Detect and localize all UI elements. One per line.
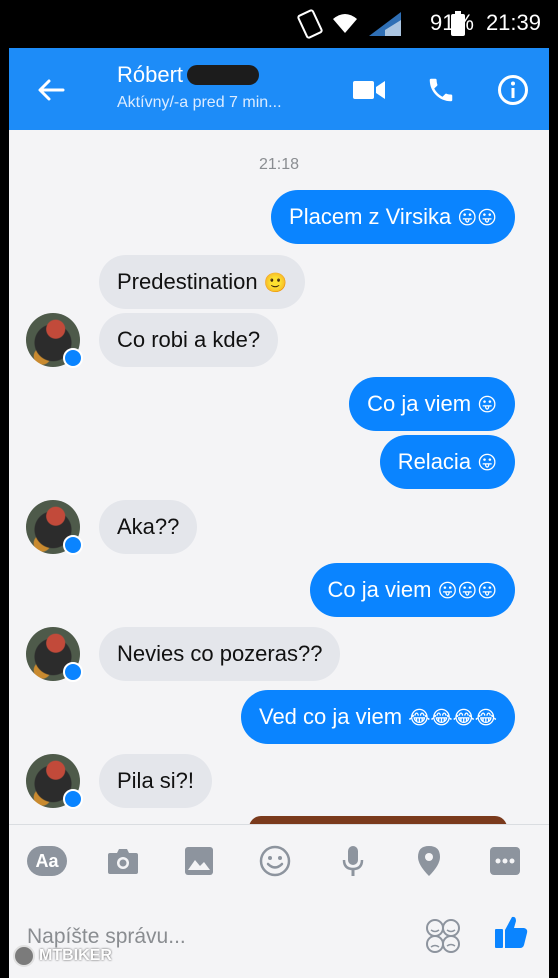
message-timestamp: 21:18 <box>258 156 300 173</box>
emoji-icon <box>259 845 291 877</box>
phone-icon <box>429 78 453 102</box>
message-text: Co ja viem <box>327 577 432 602</box>
call-button[interactable] <box>421 70 461 110</box>
message-text: Pila si?! <box>117 768 195 793</box>
avatar[interactable] <box>26 754 83 809</box>
message-text: Co robi a kde? <box>117 327 261 352</box>
message-emoji: 😛😛 <box>457 208 497 229</box>
message-emoji: 😛 <box>477 453 497 474</box>
messenger-badge-icon <box>63 348 83 368</box>
messenger-badge-icon <box>63 662 83 682</box>
message-bubble-outgoing[interactable]: Ved co ja viem 😂😂😂😂 <box>240 690 515 744</box>
emoji-button[interactable] <box>255 841 295 881</box>
camera-button[interactable] <box>103 841 143 881</box>
avatar[interactable] <box>26 313 83 368</box>
watermark: MTBIKER <box>13 944 112 968</box>
message-emoji: 😛😛😛 <box>437 581 497 602</box>
redacted-surname <box>187 65 260 85</box>
watermark-logo-icon <box>13 945 35 967</box>
composer-toolbar: Aa <box>9 824 549 897</box>
message-bubble-incoming[interactable]: Nevies co pozeras?? <box>99 627 341 681</box>
message-emoji: 🙂 <box>263 273 288 294</box>
more-options-button[interactable] <box>485 841 525 881</box>
message-text: Relacia <box>397 449 472 474</box>
status-bar: 91% 21:39 <box>9 0 549 48</box>
message-bubble-outgoing[interactable]: Placem z Virsika 😛😛 <box>271 190 515 244</box>
sticker-button[interactable] <box>423 916 463 956</box>
info-icon <box>498 75 528 105</box>
image-attachment-preview[interactable] <box>249 816 507 824</box>
contact-name-text: Róbert <box>117 62 184 87</box>
message-text: Nevies co pozeras?? <box>117 641 323 666</box>
watermark-text: MTBIKER <box>39 947 112 964</box>
clock-time: 21:39 <box>485 10 541 35</box>
gallery-icon <box>185 847 213 875</box>
back-arrow-icon <box>38 79 65 101</box>
message-text: Predestination <box>117 269 258 294</box>
message-bubble-incoming[interactable]: Co robi a kde? <box>99 313 279 367</box>
messenger-badge-icon <box>63 789 83 809</box>
battery-icon <box>451 11 465 36</box>
message-text: Aka?? <box>117 514 180 539</box>
microphone-icon <box>342 846 364 876</box>
message-bubble-incoming[interactable]: Pila si?! <box>99 754 213 808</box>
location-icon <box>418 846 440 876</box>
avatar[interactable] <box>26 500 83 555</box>
message-text: Co ja viem <box>367 391 472 416</box>
signal-icon <box>369 12 401 36</box>
wifi-icon <box>333 14 357 33</box>
messenger-badge-icon <box>63 535 83 555</box>
message-emoji: 😂😂😂😂 <box>408 708 497 729</box>
message-bubble-outgoing[interactable]: Co ja viem 😛😛😛 <box>309 563 515 617</box>
location-button[interactable] <box>409 841 449 881</box>
back-button[interactable] <box>31 70 71 110</box>
camera-icon <box>108 849 138 874</box>
sticker-icon <box>426 919 460 953</box>
screen-rotation-icon <box>296 8 324 40</box>
message-bubble-outgoing[interactable]: Relacia 😛 <box>379 435 515 489</box>
conversation-header: Róbert Aktívny/-a pred 7 min... <box>9 48 549 130</box>
message-list[interactable]: 21:18 Placem z Virsika 😛😛 Predestination… <box>9 130 549 824</box>
messenger-screen: 91% 21:39 Róbert Aktívny/-a pred 7 min..… <box>9 0 549 978</box>
gallery-button[interactable] <box>179 841 219 881</box>
message-text: Placem z Virsika <box>289 204 452 229</box>
like-button[interactable] <box>493 914 533 954</box>
info-button[interactable] <box>493 70 533 110</box>
text-format-button[interactable]: Aa <box>27 846 67 876</box>
video-call-button[interactable] <box>349 70 389 110</box>
more-icon <box>490 847 520 875</box>
message-text: Ved co ja viem <box>258 704 403 729</box>
message-emoji: 😛 <box>477 395 497 416</box>
message-bubble-incoming[interactable]: Aka?? <box>99 500 198 554</box>
contact-name[interactable]: Róbert <box>117 62 260 88</box>
message-bubble-outgoing[interactable]: Co ja viem 😛 <box>349 377 515 431</box>
avatar[interactable] <box>26 627 83 682</box>
voice-message-button[interactable] <box>333 841 373 881</box>
video-call-icon <box>353 81 385 99</box>
message-bubble-incoming[interactable]: Predestination 🙂 <box>99 255 306 309</box>
like-icon <box>495 916 528 948</box>
contact-status: Aktívny/-a pred 7 min... <box>117 94 282 111</box>
